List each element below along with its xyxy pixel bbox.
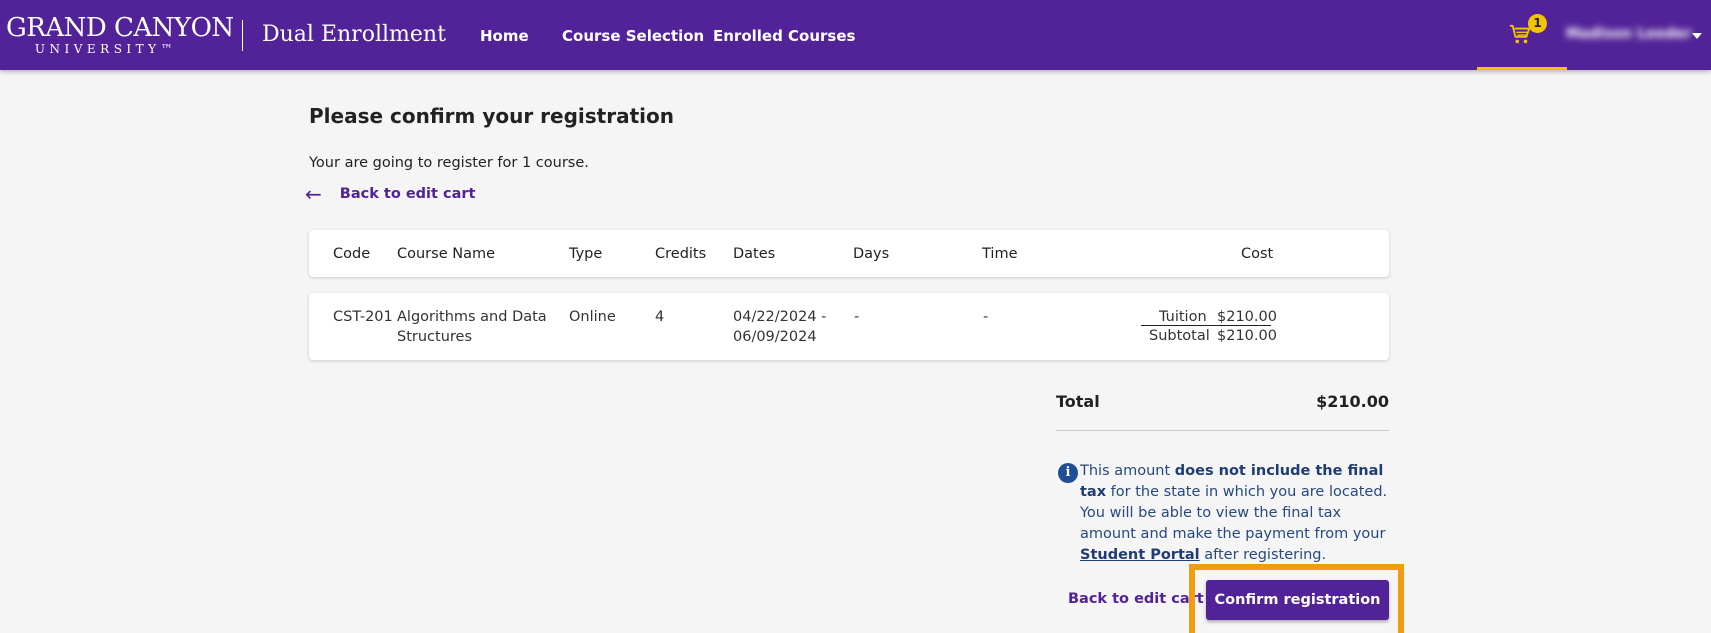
arrow-left-icon: ←	[305, 182, 322, 206]
tuition-label: Tuition	[1159, 309, 1207, 325]
nav-course-selection[interactable]: Course Selection	[562, 26, 704, 46]
chevron-down-icon[interactable]	[1692, 33, 1702, 39]
cart-count-badge: 1	[1528, 14, 1547, 33]
page-title: Please confirm your registration	[309, 104, 674, 128]
column-header-credits: Credits	[655, 246, 707, 262]
cart-button[interactable]: 1	[1477, 0, 1567, 70]
course-end-date: 06/09/2024	[733, 329, 817, 345]
tax-info-text-end: after registering.	[1199, 547, 1327, 563]
course-start-date: 04/22/2024 -	[733, 309, 827, 325]
course-code: CST-201	[333, 309, 393, 325]
course-days: -	[854, 309, 860, 325]
column-header-days: Days	[853, 246, 890, 262]
column-header-course-name: Course Name	[397, 246, 496, 262]
course-name-line-2: Structures	[397, 329, 473, 345]
column-header-type: Type	[569, 246, 603, 262]
subtotal-label: Subtotal	[1149, 328, 1210, 344]
logo-sub-text: UNIVERSITY™	[34, 42, 178, 56]
top-navigation-bar: GRAND CANYON UNIVERSITY™ Dual Enrollment…	[0, 0, 1711, 70]
product-title: Dual Enrollment	[262, 22, 446, 47]
course-credits: 4	[655, 309, 665, 325]
column-header-dates: Dates	[733, 246, 776, 262]
back-to-edit-cart-link-top[interactable]: ← Back to edit cart	[305, 183, 475, 205]
column-header-cost: Cost	[1241, 246, 1274, 262]
course-name-line-1: Algorithms and Data	[397, 309, 547, 325]
course-time: -	[983, 309, 989, 325]
registration-intro-text: Your are going to register for 1 course.	[309, 155, 589, 171]
confirm-registration-button[interactable]: Confirm registration	[1206, 580, 1389, 620]
tuition-value: $210.00	[1217, 309, 1277, 325]
info-icon: i	[1058, 463, 1078, 483]
back-link-label: Back to edit cart	[339, 186, 476, 202]
total-divider	[1056, 430, 1389, 431]
student-portal-link[interactable]: Student Portal	[1080, 547, 1200, 563]
tax-info-notice: This amount does not include the final t…	[1080, 461, 1390, 566]
tax-info-text-middle: for the state in which you are located. …	[1080, 484, 1388, 542]
back-to-edit-cart-link-bottom[interactable]: Back to edit cart	[1068, 591, 1204, 607]
cart-icon	[1509, 24, 1531, 44]
total-value: $210.00	[1316, 392, 1389, 411]
course-table-header: Code Course Name Type Credits Dates Days…	[309, 230, 1389, 277]
logo-main-text: GRAND CANYON	[6, 13, 234, 43]
total-label: Total	[1056, 392, 1100, 411]
gcu-logo[interactable]: GRAND CANYON UNIVERSITY™	[6, 13, 234, 58]
column-header-time: Time	[982, 246, 1018, 262]
subtotal-value: $210.00	[1217, 328, 1277, 344]
nav-home[interactable]: Home	[480, 26, 529, 46]
course-type: Online	[569, 309, 616, 325]
course-dates: 04/22/2024 - 06/09/2024	[733, 307, 826, 347]
table-row: CST-201 Algorithms and Data Structures O…	[309, 293, 1389, 360]
course-name: Algorithms and Data Structures	[397, 307, 547, 347]
column-header-code: Code	[333, 246, 371, 262]
header-divider	[242, 20, 243, 51]
tax-info-text-start: This amount	[1080, 463, 1175, 479]
user-menu-name[interactable]: Madison Leeder	[1566, 26, 1691, 42]
nav-enrolled-courses[interactable]: Enrolled Courses	[713, 26, 855, 46]
